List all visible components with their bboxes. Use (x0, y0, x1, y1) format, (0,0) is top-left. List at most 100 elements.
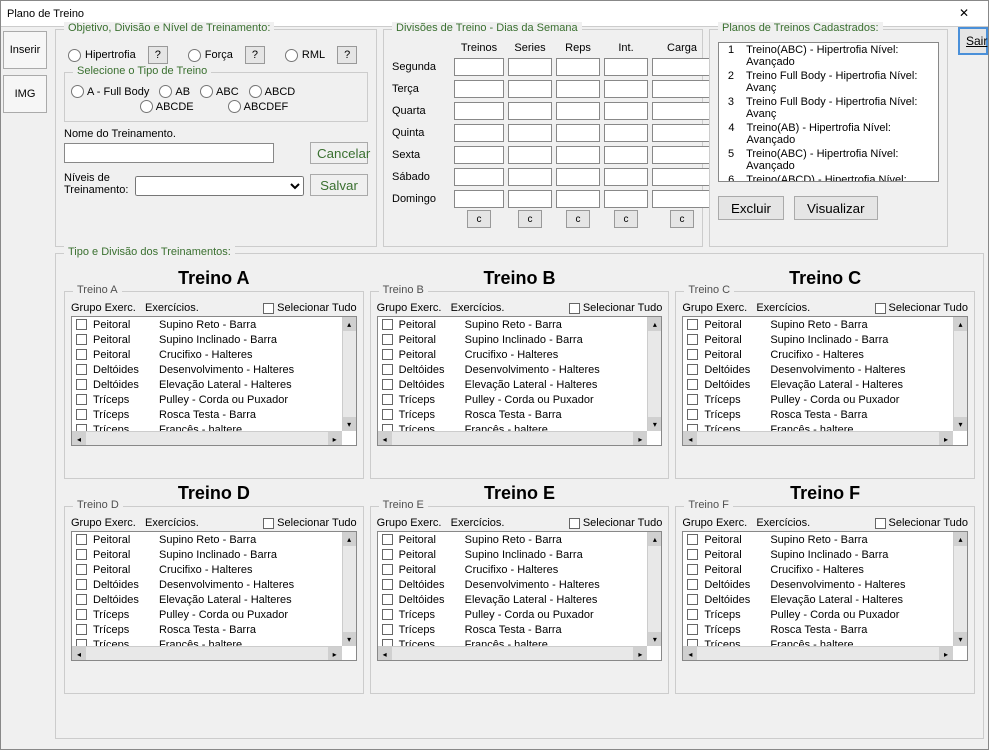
hscrollbar[interactable]: ◂▸ (72, 646, 342, 660)
exercise-checkbox[interactable] (76, 379, 87, 390)
exercise-checkbox[interactable] (382, 379, 393, 390)
exercise-row[interactable]: DeltóidesElevação Lateral - Halteres (72, 377, 342, 392)
exercise-row[interactable]: TrícepsRosca Testa - Barra (378, 622, 648, 637)
exercise-row[interactable]: DeltóidesElevação Lateral - Halteres (378, 592, 648, 607)
day-cell[interactable] (508, 58, 552, 76)
exercise-checkbox[interactable] (382, 579, 393, 590)
help-rml[interactable]: ? (337, 46, 357, 64)
clear-col-button[interactable]: c (566, 210, 590, 228)
exercise-list[interactable]: PeitoralSupino Reto - Barra PeitoralSupi… (377, 531, 663, 661)
planos-row[interactable]: 4Treino(AB) - Hipertrofia Nível: Avançad… (719, 121, 938, 147)
planos-list[interactable]: 1Treino(ABC) - Hipertrofia Nível: Avança… (718, 42, 939, 182)
exercise-checkbox[interactable] (687, 639, 698, 646)
radio-abcdef[interactable]: ABCDEF (228, 100, 289, 113)
day-cell[interactable] (454, 190, 504, 208)
exercise-checkbox[interactable] (687, 379, 698, 390)
day-cell[interactable] (604, 168, 648, 186)
exercise-checkbox[interactable] (76, 424, 87, 431)
exercise-row[interactable]: DeltóidesDesenvolvimento - Halteres (72, 362, 342, 377)
day-cell[interactable] (454, 80, 504, 98)
exercise-row[interactable]: PeitoralCrucifixo - Halteres (683, 562, 953, 577)
exercise-checkbox[interactable] (76, 334, 87, 345)
day-cell[interactable] (508, 146, 552, 164)
exercise-row[interactable]: TrícepsPulley - Corda ou Puxador (683, 607, 953, 622)
close-icon[interactable]: ✕ (946, 4, 982, 24)
day-cell[interactable] (454, 146, 504, 164)
exercise-row[interactable]: TrícepsPulley - Corda ou Puxador (72, 392, 342, 407)
sair-button[interactable]: Sair (958, 27, 988, 55)
salvar-button[interactable]: Salvar (310, 174, 368, 196)
day-cell[interactable] (652, 124, 712, 142)
exercise-checkbox[interactable] (687, 424, 698, 431)
exercise-checkbox[interactable] (382, 349, 393, 360)
exercise-checkbox[interactable] (687, 549, 698, 560)
day-cell[interactable] (652, 80, 712, 98)
exercise-row[interactable]: PeitoralSupino Inclinado - Barra (72, 547, 342, 562)
day-cell[interactable] (556, 102, 600, 120)
select-all[interactable]: Selecionar Tudo (569, 517, 663, 529)
vscrollbar[interactable]: ▴▾ (647, 532, 661, 646)
exercise-row[interactable]: TrícepsPulley - Corda ou Puxador (72, 607, 342, 622)
exercise-checkbox[interactable] (687, 594, 698, 605)
exercise-checkbox[interactable] (382, 319, 393, 330)
exercise-row[interactable]: DeltóidesDesenvolvimento - Halteres (72, 577, 342, 592)
exercise-checkbox[interactable] (687, 624, 698, 635)
exercise-checkbox[interactable] (382, 409, 393, 420)
day-cell[interactable] (652, 168, 712, 186)
vscrollbar[interactable]: ▴▾ (953, 317, 967, 431)
visualizar-button[interactable]: Visualizar (794, 196, 878, 220)
radio-hipertrofia[interactable]: Hipertrofia (68, 49, 136, 62)
exercise-checkbox[interactable] (76, 609, 87, 620)
planos-row[interactable]: 5Treino(ABC) - Hipertrofia Nível: Avança… (719, 147, 938, 173)
exercise-row[interactable]: TrícepsRosca Testa - Barra (683, 407, 953, 422)
day-cell[interactable] (604, 146, 648, 164)
planos-row[interactable]: 3Treino Full Body - Hipertrofia Nível: A… (719, 95, 938, 121)
exercise-list[interactable]: PeitoralSupino Reto - Barra PeitoralSupi… (71, 316, 357, 446)
hscrollbar[interactable]: ◂▸ (683, 431, 953, 445)
exercise-row[interactable]: TrícepsRosca Testa - Barra (683, 622, 953, 637)
exercise-row[interactable]: PeitoralSupino Reto - Barra (72, 532, 342, 547)
exercise-checkbox[interactable] (76, 639, 87, 646)
exercise-checkbox[interactable] (76, 624, 87, 635)
planos-row[interactable]: 6Treino(ABCD) - Hipertrofia Nível: Avanç… (719, 173, 938, 182)
exercise-row[interactable]: DeltóidesDesenvolvimento - Halteres (378, 362, 648, 377)
day-cell[interactable] (652, 190, 712, 208)
exercise-row[interactable]: PeitoralSupino Reto - Barra (378, 317, 648, 332)
exercise-row[interactable]: PeitoralCrucifixo - Halteres (72, 347, 342, 362)
exercise-checkbox[interactable] (687, 579, 698, 590)
radio-abc[interactable]: ABC (200, 85, 239, 98)
exercise-checkbox[interactable] (687, 609, 698, 620)
planos-row[interactable]: 1Treino(ABC) - Hipertrofia Nível: Avança… (719, 43, 938, 69)
exercise-row[interactable]: PeitoralSupino Reto - Barra (683, 532, 953, 547)
day-cell[interactable] (508, 168, 552, 186)
exercise-checkbox[interactable] (687, 364, 698, 375)
exercise-checkbox[interactable] (76, 349, 87, 360)
clear-col-button[interactable]: c (670, 210, 694, 228)
exercise-checkbox[interactable] (382, 534, 393, 545)
hscrollbar[interactable]: ◂▸ (683, 646, 953, 660)
radio-abcde[interactable]: ABCDE (140, 100, 194, 113)
day-cell[interactable] (604, 190, 648, 208)
select-all[interactable]: Selecionar Tudo (263, 517, 357, 529)
exercise-checkbox[interactable] (687, 534, 698, 545)
exercise-checkbox[interactable] (687, 349, 698, 360)
niveis-select[interactable] (135, 176, 304, 196)
day-cell[interactable] (556, 146, 600, 164)
exercise-checkbox[interactable] (687, 409, 698, 420)
radio-ab[interactable]: AB (159, 85, 190, 98)
exercise-checkbox[interactable] (382, 624, 393, 635)
exercise-row[interactable]: PeitoralCrucifixo - Halteres (378, 562, 648, 577)
exercise-checkbox[interactable] (76, 319, 87, 330)
exercise-checkbox[interactable] (382, 594, 393, 605)
exercise-row[interactable]: TrícepsPulley - Corda ou Puxador (378, 607, 648, 622)
exercise-checkbox[interactable] (382, 549, 393, 560)
day-cell[interactable] (556, 168, 600, 186)
exercise-checkbox[interactable] (76, 594, 87, 605)
exercise-checkbox[interactable] (687, 564, 698, 575)
day-cell[interactable] (556, 190, 600, 208)
exercise-row[interactable]: TrícepsRosca Testa - Barra (378, 407, 648, 422)
day-cell[interactable] (556, 80, 600, 98)
exercise-row[interactable]: PeitoralSupino Inclinado - Barra (683, 332, 953, 347)
exercise-row[interactable]: PeitoralSupino Reto - Barra (683, 317, 953, 332)
day-cell[interactable] (652, 146, 712, 164)
